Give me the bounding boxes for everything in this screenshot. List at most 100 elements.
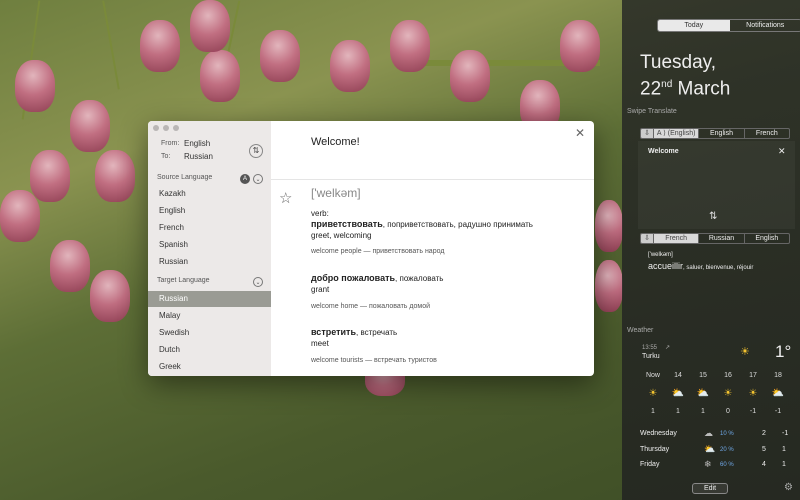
widget-lang-bar-top: ⇩ A ⟩ (English) English French bbox=[640, 128, 790, 139]
daily-high: 4 bbox=[762, 461, 766, 468]
date-header: Tuesday, 22nd March bbox=[640, 52, 730, 100]
back-translation: greet, welcoming bbox=[311, 231, 372, 240]
sun-icon: ☀ bbox=[748, 388, 758, 399]
day-suffix: nd bbox=[661, 79, 673, 90]
weather-time: 13:55 bbox=[642, 345, 658, 351]
minimize-dot-icon[interactable] bbox=[163, 125, 169, 131]
daily-low: -1 bbox=[782, 430, 789, 437]
partly-cloudy-icon: ⛅ bbox=[704, 444, 716, 454]
usage-example: welcome people — приветствовать народ bbox=[311, 248, 445, 255]
edit-button[interactable]: Edit bbox=[692, 483, 728, 494]
translation-pane: ✕ Welcome! ☆ ['welkəm] verb: приветствов… bbox=[271, 121, 594, 376]
chevron-down-icon[interactable]: ⌄ bbox=[253, 277, 263, 287]
back-translation: meet bbox=[311, 339, 329, 348]
swap-languages-icon[interactable]: ⇅ bbox=[249, 144, 263, 158]
forecast-temp: 0 bbox=[726, 408, 730, 415]
widget-output-ipa: ['welkəm] bbox=[648, 252, 673, 258]
source-lang-item[interactable]: French bbox=[148, 220, 271, 236]
chevron-down-icon[interactable]: ⌄ bbox=[253, 174, 263, 184]
widget-input-text[interactable]: Welcome bbox=[648, 148, 679, 155]
widget-lang-option[interactable]: English bbox=[743, 234, 789, 243]
forecast-temp: 1 bbox=[676, 408, 680, 415]
snow-cloud-icon: ❄ bbox=[704, 459, 712, 469]
target-lang-item[interactable]: Dutch bbox=[148, 342, 271, 358]
widget-clear-icon[interactable]: ✕ bbox=[778, 146, 786, 157]
sun-icon: ☀ bbox=[740, 346, 750, 358]
cloud-icon: ☁ bbox=[704, 428, 713, 438]
weather-city: Turku bbox=[642, 353, 660, 360]
daily-day: Wednesday bbox=[640, 430, 677, 437]
target-lang-item[interactable]: Swedish bbox=[148, 325, 271, 341]
widget-output: accueillir, saluer, bienvenue, réjouir bbox=[648, 261, 754, 271]
from-value[interactable]: English bbox=[184, 139, 210, 148]
forecast-hour: 18 bbox=[774, 372, 782, 379]
partly-cloudy-icon: ⛅ bbox=[671, 388, 685, 399]
source-language-heading: Source Language bbox=[157, 174, 213, 181]
notification-center: Today Notifications Tuesday, 22nd March … bbox=[622, 0, 800, 500]
month: March bbox=[677, 78, 731, 100]
source-lang-item[interactable]: Russian bbox=[148, 254, 271, 270]
part-of-speech: verb: bbox=[311, 209, 329, 218]
widget-lang-option[interactable]: French bbox=[743, 129, 789, 138]
auto-detect-badge[interactable]: A bbox=[240, 174, 250, 184]
translation-main[interactable]: встретить bbox=[311, 327, 356, 337]
widget-target-lang[interactable]: French bbox=[653, 234, 699, 243]
weekday: Tuesday, bbox=[640, 52, 717, 73]
target-language-heading: Target Language bbox=[157, 277, 210, 284]
forecast-hour: 17 bbox=[749, 372, 757, 379]
to-label: To: bbox=[161, 153, 171, 160]
source-lang-item[interactable]: Kazakh bbox=[148, 186, 271, 202]
widget-lang-option[interactable]: English bbox=[698, 129, 743, 138]
translation-alts: , поприветствовать, радушно принимать bbox=[382, 220, 533, 229]
translation-alts: , пожаловать bbox=[395, 274, 444, 283]
widget-swap-icon[interactable]: ⇅ bbox=[709, 211, 717, 222]
tab-today[interactable]: Today bbox=[658, 20, 730, 31]
to-value[interactable]: Russian bbox=[184, 152, 213, 161]
swipe-translate-title: Swipe Translate bbox=[627, 108, 677, 115]
source-lang-item[interactable]: Spanish bbox=[148, 237, 271, 253]
widget-source-lang[interactable]: A ⟩ (English) bbox=[653, 129, 699, 138]
translation-main[interactable]: приветствовать bbox=[311, 219, 383, 229]
current-temp: 1° bbox=[775, 342, 792, 361]
tab-notifications[interactable]: Notifications bbox=[730, 20, 800, 31]
sun-icon: ☀ bbox=[648, 388, 658, 399]
translate-popup-window: From: English To: Russian ⇅ Source Languag… bbox=[148, 121, 594, 376]
daily-low: 1 bbox=[782, 446, 786, 453]
forecast-hour: 15 bbox=[699, 372, 707, 379]
translation-entry: добро пожаловать, пожаловать bbox=[311, 273, 443, 283]
from-label: From: bbox=[161, 140, 180, 147]
close-dot-icon[interactable] bbox=[153, 125, 159, 131]
target-lang-item-selected[interactable]: Russian bbox=[148, 291, 271, 307]
download-icon[interactable]: ⇩ bbox=[641, 234, 653, 243]
back-translation: grant bbox=[311, 285, 330, 294]
close-icon[interactable]: ✕ bbox=[575, 126, 585, 140]
source-lang-item[interactable]: English bbox=[148, 203, 271, 219]
language-sidebar: From: English To: Russian ⇅ Source Languag… bbox=[148, 121, 271, 376]
forecast-hour: 14 bbox=[674, 372, 682, 379]
query-text[interactable]: Welcome! bbox=[311, 136, 360, 148]
daily-day: Friday bbox=[640, 461, 660, 468]
location-arrow-icon: ↗ bbox=[665, 345, 671, 351]
daily-high: 2 bbox=[762, 430, 766, 437]
day-number: 22 bbox=[640, 78, 662, 100]
widget-lang-option[interactable]: Russian bbox=[698, 234, 743, 243]
forecast-hour: 16 bbox=[724, 372, 732, 379]
target-lang-item[interactable]: Malay bbox=[148, 308, 271, 324]
usage-example: welcome tourists — встречать туристов bbox=[311, 357, 437, 364]
forecast-temp: 1 bbox=[701, 408, 705, 415]
daily-high: 5 bbox=[762, 446, 766, 453]
partly-cloudy-icon: ⛅ bbox=[696, 388, 710, 399]
forecast-temp: -1 bbox=[749, 408, 757, 415]
translation-main[interactable]: добро пожаловать bbox=[311, 273, 395, 283]
daily-precip: 10 % bbox=[720, 431, 734, 437]
download-icon[interactable]: ⇩ bbox=[641, 129, 653, 138]
forecast-hour: Now bbox=[645, 372, 660, 379]
forecast-temp: 1 bbox=[651, 408, 655, 415]
target-lang-item[interactable]: Greek bbox=[148, 359, 271, 375]
zoom-dot-icon[interactable] bbox=[173, 125, 179, 131]
divider bbox=[271, 179, 594, 180]
gear-icon[interactable]: ⚙ bbox=[784, 482, 793, 493]
nc-tab-switch: Today Notifications bbox=[657, 19, 800, 32]
star-icon[interactable]: ☆ bbox=[279, 189, 292, 207]
daily-low: 1 bbox=[782, 461, 786, 468]
